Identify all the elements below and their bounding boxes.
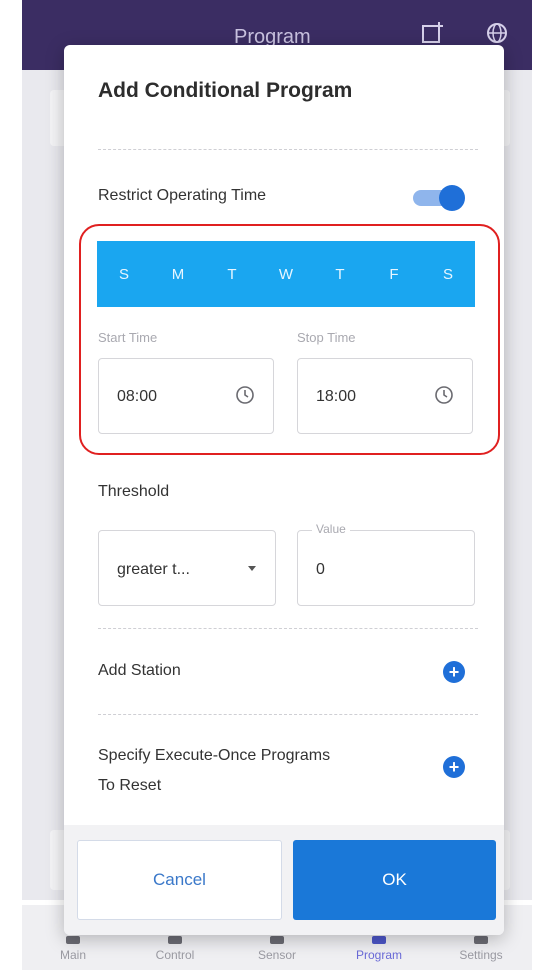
day-thursday[interactable]: T — [313, 266, 367, 283]
value-label: Value — [312, 522, 350, 536]
cancel-button[interactable]: Cancel — [77, 840, 282, 920]
main-icon — [66, 936, 80, 944]
restrict-time-label: Restrict Operating Time — [98, 187, 267, 204]
day-tuesday[interactable]: T — [205, 266, 259, 283]
threshold-comparison-select[interactable]: greater t... — [98, 530, 276, 606]
start-time-label: Start Time — [98, 330, 158, 345]
control-icon — [168, 936, 182, 944]
day-sunday[interactable]: S — [97, 266, 151, 283]
start-time-field[interactable]: 08:00 — [98, 358, 274, 434]
reset-programs-label-line2: To Reset — [98, 777, 162, 794]
dialog-title: Add Conditional Program — [98, 79, 353, 102]
day-wednesday[interactable]: W — [259, 266, 313, 283]
ok-button[interactable]: OK — [293, 840, 496, 920]
nav-item-settings[interactable]: Settings — [436, 936, 526, 962]
weekday-selector: S M T W T F S — [97, 241, 475, 307]
reset-programs-label-line1: Specify Execute-Once Programs — [98, 747, 331, 764]
restrict-time-toggle[interactable] — [413, 185, 465, 211]
nav-item-sensor[interactable]: Sensor — [232, 936, 322, 962]
add-chart-icon[interactable] — [420, 20, 446, 46]
clock-icon[interactable] — [434, 385, 454, 405]
toggle-thumb — [439, 185, 465, 211]
globe-icon[interactable] — [484, 20, 510, 46]
sensor-icon — [270, 936, 284, 944]
threshold-label: Threshold — [98, 483, 170, 500]
day-monday[interactable]: M — [151, 266, 205, 283]
add-reset-program-plus-icon[interactable]: + — [443, 756, 465, 778]
divider — [98, 149, 478, 150]
chevron-down-icon — [248, 566, 256, 571]
stop-time-value: 18:00 — [316, 388, 357, 405]
program-icon — [372, 936, 386, 944]
comparison-value: greater t... — [117, 561, 190, 578]
stop-time-label: Stop Time — [297, 330, 356, 345]
nav-item-program[interactable]: Program — [334, 936, 424, 962]
clock-icon[interactable] — [235, 385, 255, 405]
stop-time-field[interactable]: 18:00 — [297, 358, 473, 434]
threshold-value-input[interactable]: Value 0 — [297, 522, 475, 606]
add-conditional-program-dialog: Add Conditional Program Restrict Operati… — [64, 45, 504, 935]
day-friday[interactable]: F — [367, 266, 421, 283]
divider — [98, 628, 478, 629]
settings-icon — [474, 936, 488, 944]
nav-item-control[interactable]: Control — [130, 936, 220, 962]
threshold-value: 0 — [316, 561, 325, 578]
add-station-plus-icon[interactable]: + — [443, 661, 465, 683]
day-saturday[interactable]: S — [421, 266, 475, 283]
nav-item-main[interactable]: Main — [28, 936, 118, 962]
start-time-value: 08:00 — [117, 388, 158, 405]
divider — [98, 714, 478, 715]
add-station-label: Add Station — [98, 662, 181, 679]
